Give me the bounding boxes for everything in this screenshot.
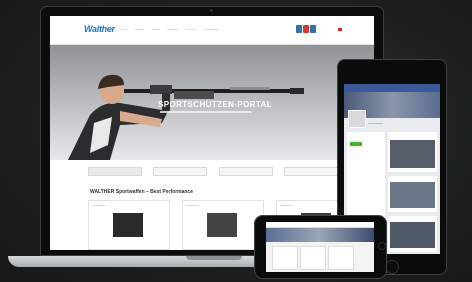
post-image xyxy=(390,222,435,248)
nav-item[interactable]: ───── xyxy=(167,27,179,31)
hero-title: SPORTSCHÜTZEN-PORTAL xyxy=(158,100,273,109)
tablet-home-button[interactable] xyxy=(385,260,399,274)
tab[interactable] xyxy=(153,167,208,176)
product-image xyxy=(207,213,237,237)
card-label: ────── xyxy=(186,203,199,207)
page-name: ─────── xyxy=(368,121,383,125)
phone-hero-image xyxy=(266,228,374,242)
social-icon[interactable] xyxy=(296,25,302,33)
nav-item[interactable]: ─── xyxy=(120,27,127,31)
hero-banner: SPORTSCHÜTZEN-PORTAL xyxy=(50,45,374,160)
language-flag-icon[interactable] xyxy=(338,28,342,31)
product-image xyxy=(113,213,143,237)
phone-card[interactable] xyxy=(300,246,326,270)
post-image xyxy=(390,140,435,168)
nav-item[interactable]: ──── xyxy=(187,27,196,31)
nav-item[interactable]: ─── xyxy=(152,27,159,31)
product-card[interactable]: ────── xyxy=(182,200,264,250)
device-mockup-scene: Walther ─── ──── ─── ───── ──── ────── S… xyxy=(0,0,472,282)
laptop-camera xyxy=(210,9,213,12)
feed-post xyxy=(388,216,437,252)
tab-bar xyxy=(88,167,338,176)
tab[interactable] xyxy=(283,167,338,176)
feed-post xyxy=(388,132,437,172)
social-icons xyxy=(296,25,316,33)
nav-item[interactable]: ──── xyxy=(135,27,144,31)
post-image xyxy=(390,182,435,208)
section-title: WALTHER Sportwaffen – Best Performance xyxy=(90,189,193,195)
laptop-notch xyxy=(186,256,242,260)
tab[interactable] xyxy=(88,167,142,176)
site-header: Walther ─── ──── ─── ───── ──── ────── xyxy=(50,16,374,45)
hero-subtitle-line xyxy=(160,111,252,113)
site-logo[interactable]: Walther xyxy=(84,24,115,34)
phone-card[interactable] xyxy=(272,246,298,270)
social-icon[interactable] xyxy=(303,25,309,33)
profile-picture xyxy=(348,110,366,128)
feed-post xyxy=(388,176,437,212)
social-icon[interactable] xyxy=(310,25,316,33)
card-label: ────── xyxy=(280,203,293,207)
phone-home-button[interactable] xyxy=(378,242,386,250)
like-button[interactable] xyxy=(350,142,362,146)
main-nav: ─── ──── ─── ───── ──── ────── xyxy=(120,27,218,31)
card-label: ────── xyxy=(92,203,105,207)
phone-card[interactable] xyxy=(328,246,354,270)
nav-item[interactable]: ────── xyxy=(204,27,218,31)
facebook-top-bar xyxy=(344,84,440,92)
phone-screen xyxy=(266,222,374,272)
tab[interactable] xyxy=(218,167,273,176)
product-card[interactable]: ────── xyxy=(88,200,170,250)
